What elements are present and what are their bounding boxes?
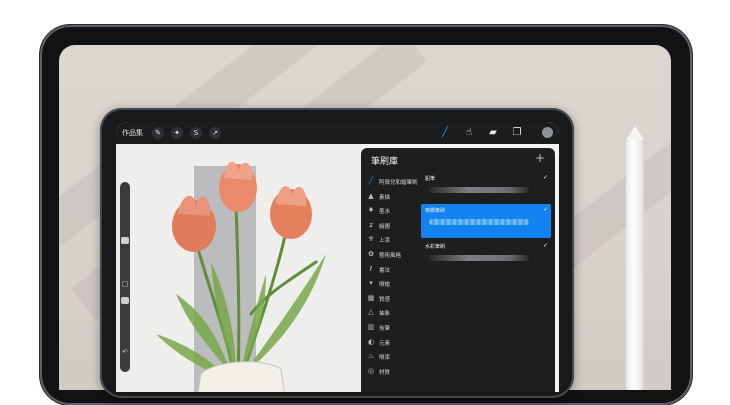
eraser-icon[interactable]: ▰: [486, 126, 500, 140]
yin-yang-icon: ◐: [367, 337, 375, 346]
calligraphy-icon: ℓ: [369, 264, 373, 273]
brush-stroke-icon: ╱: [368, 177, 374, 185]
smudge-icon[interactable]: ☝: [462, 126, 476, 140]
brush-size-sidebar[interactable]: □ ↶: [120, 182, 130, 372]
category-item[interactable]: ✿ 藝術風格: [361, 247, 421, 262]
charcoal-icon: ▥: [367, 322, 375, 331]
category-item[interactable]: ♦ 墨水: [361, 203, 421, 218]
category-item[interactable]: ▾ 噴槍: [361, 276, 421, 291]
canvas[interactable]: □ ↶: [116, 144, 361, 392]
brush-item[interactable]: 水彩筆刷 ✓: [421, 240, 551, 270]
pencil-tip: [626, 126, 644, 140]
magic-wand-icon[interactable]: ✦: [171, 127, 183, 139]
selection-s-icon[interactable]: S: [190, 127, 202, 139]
category-item[interactable]: ℓ 書法: [361, 262, 421, 277]
edit-brush-icon[interactable]: ✓: [543, 174, 548, 181]
swirl-icon: ʑ: [369, 220, 373, 229]
transform-arrow-icon[interactable]: ↗: [209, 127, 221, 139]
category-item[interactable]: ◎ 材質: [361, 364, 421, 379]
brush-stroke-preview: [429, 255, 529, 261]
top-toolbar: 作品集 ✎ ✦ S ↗ ╱ ☝ ▰ ❐: [116, 122, 559, 144]
brush-icon[interactable]: ╱: [438, 126, 452, 140]
brush-stroke-preview: [429, 219, 529, 225]
category-item[interactable]: ♨ 噴漆: [361, 349, 421, 364]
panel-title: 筆刷庫: [371, 157, 399, 167]
tulip-illustration: [156, 161, 326, 392]
category-item[interactable]: ◐ 元素: [361, 335, 421, 350]
apple-pencil: [626, 140, 644, 390]
layers-icon[interactable]: ❐: [510, 126, 524, 140]
brush-stroke-preview: [429, 187, 529, 193]
material-icon: ◎: [367, 366, 375, 375]
ink-drop-icon: ♦: [367, 206, 375, 215]
triangle-icon: △: [368, 308, 374, 317]
category-item[interactable]: ▲ 素描: [361, 189, 421, 204]
category-item[interactable]: ▦ 質感: [361, 291, 421, 306]
paint-brush-icon: ♆: [367, 235, 375, 244]
brush-size-slider-knob[interactable]: [121, 237, 129, 244]
texture-icon: ▦: [367, 293, 375, 302]
pencil-tip-icon: ▲: [368, 191, 374, 200]
opacity-slider-knob[interactable]: [121, 297, 129, 304]
category-item[interactable]: △ 抽象: [361, 305, 421, 320]
airbrush-icon: ▾: [369, 279, 373, 288]
add-brush-button[interactable]: +: [535, 151, 545, 165]
brush-list: 鉛筆 ✓ 噴霧筆刷 ✓ 水彩筆刷 ✓: [421, 172, 551, 272]
spray-icon: ♨: [367, 352, 375, 361]
palette-icon: ✿: [368, 249, 374, 258]
brush-library-panel: 筆刷庫 + ╱ 阿偉兒和諧筆刷 ▲ 素描 ♦ 墨水 ʑ 繪圖 ♆ 上漆 ✿ 藝術風格 ℓ 書法…: [361, 148, 555, 392]
edit-brush-icon[interactable]: ✓: [543, 206, 548, 213]
undo-arrow-icon[interactable]: ↶: [121, 348, 129, 356]
color-picker-icon[interactable]: [542, 127, 553, 138]
tulip-flowers: [172, 161, 312, 252]
edit-brush-icon[interactable]: ✓: [543, 242, 548, 249]
category-item[interactable]: ʑ 繪圖: [361, 218, 421, 233]
wrench-icon[interactable]: ✎: [152, 127, 164, 139]
procreate-screen: 作品集 ✎ ✦ S ↗ ╱ ☝ ▰ ❐ □ ↶ 筆刷庫 + ╱ 阿偉兒和諧筆刷 …: [116, 122, 559, 392]
modify-button[interactable]: □: [121, 280, 129, 288]
brush-item[interactable]: 鉛筆 ✓: [421, 172, 551, 202]
category-item[interactable]: ▥ 炭筆: [361, 320, 421, 335]
category-item[interactable]: ╱ 阿偉兒和諧筆刷: [361, 174, 421, 189]
brush-category-list: ╱ 阿偉兒和諧筆刷 ▲ 素描 ♦ 墨水 ʑ 繪圖 ♆ 上漆 ✿ 藝術風格 ℓ 書法 ▾ 噴槍 ▦…: [361, 174, 421, 378]
gallery-button[interactable]: 作品集: [122, 128, 143, 138]
brush-item-selected[interactable]: 噴霧筆刷 ✓: [421, 204, 551, 238]
category-item[interactable]: ♆ 上漆: [361, 232, 421, 247]
